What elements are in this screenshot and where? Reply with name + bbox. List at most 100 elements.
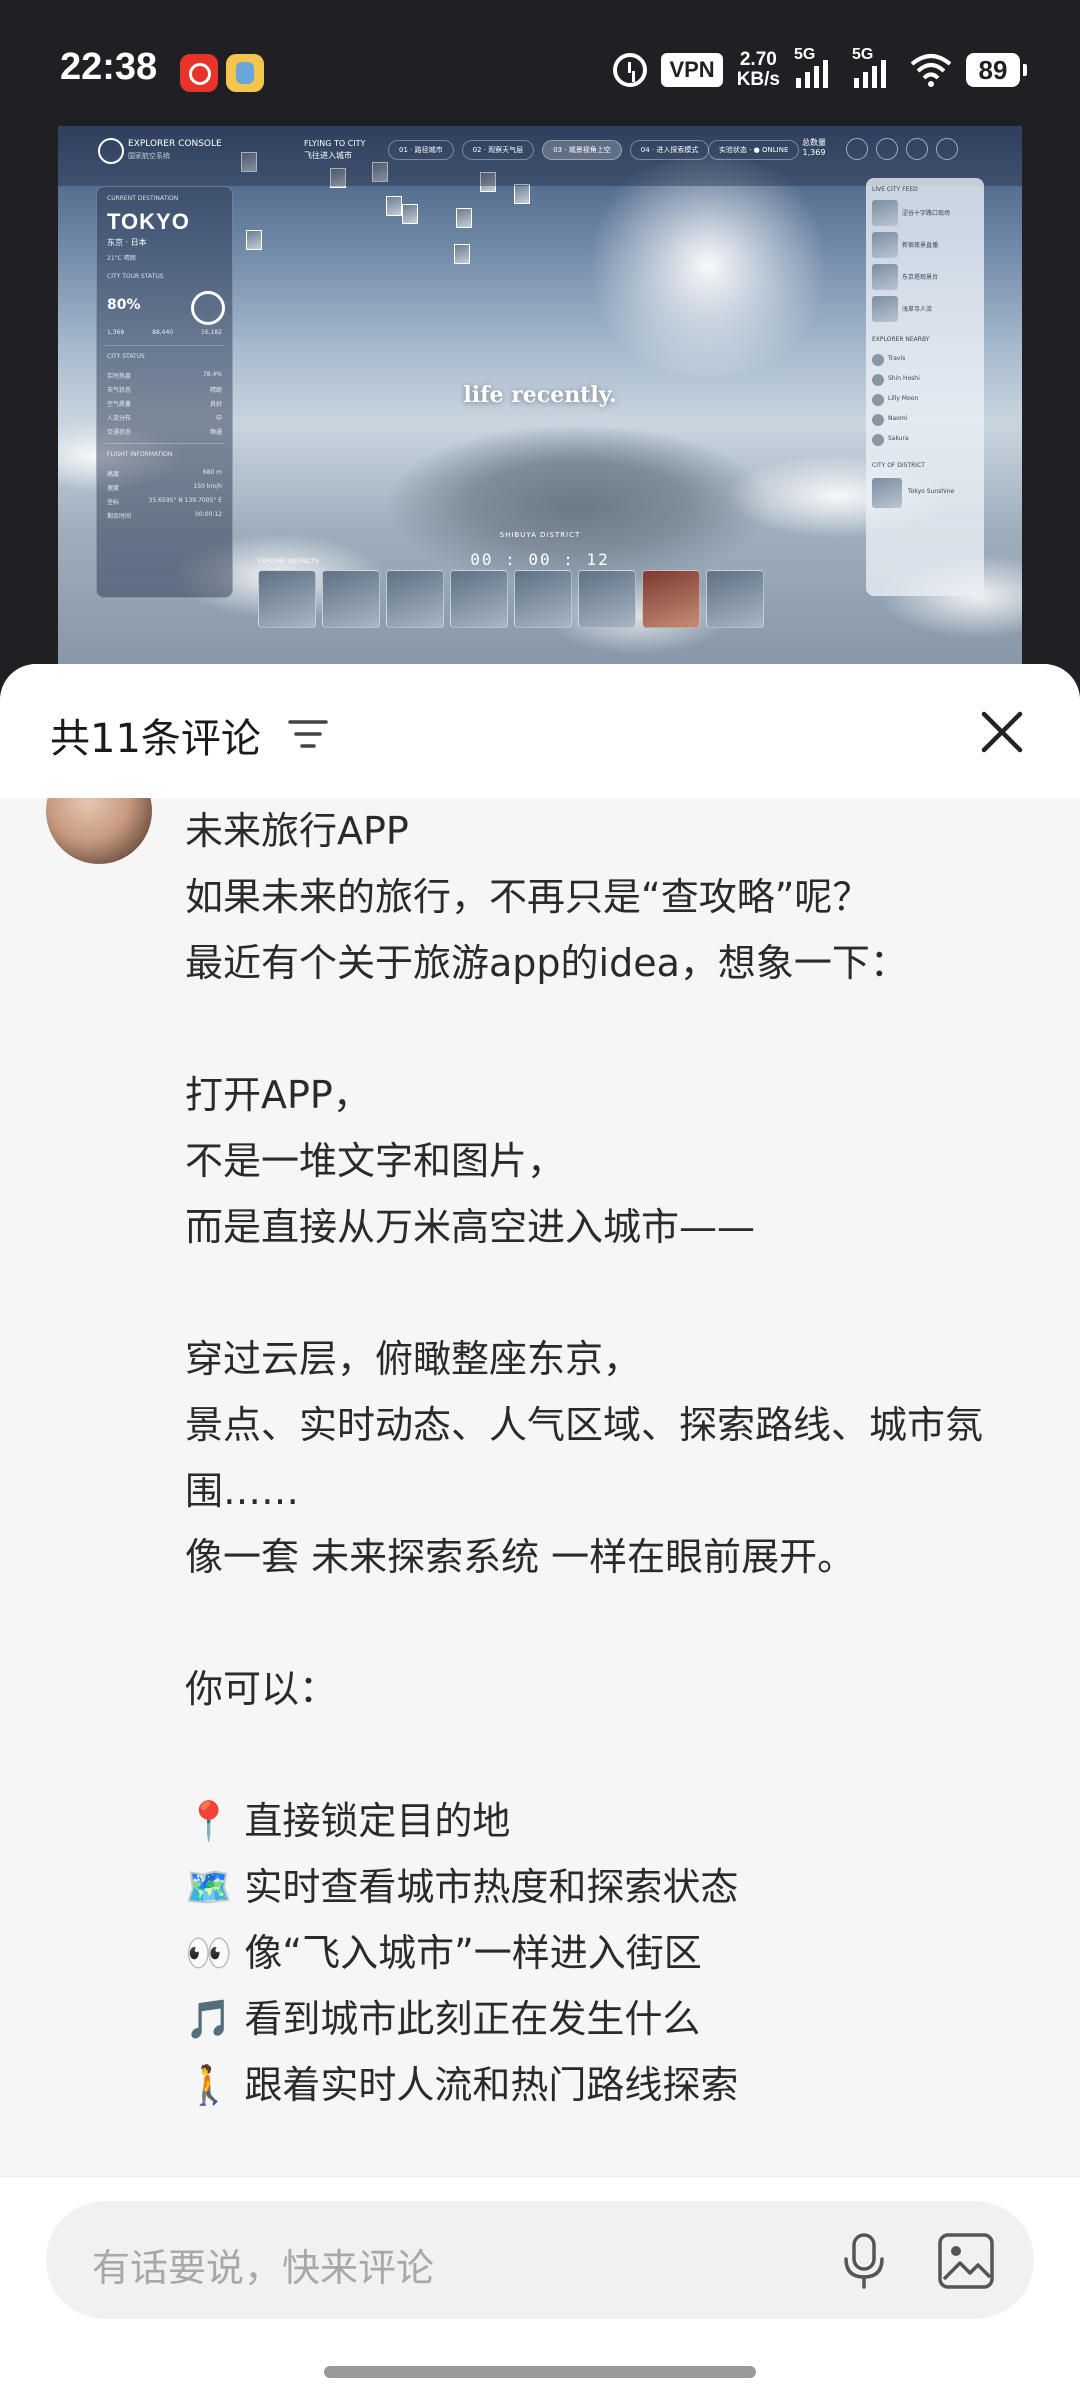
city-name: TOKYO (107, 209, 190, 234)
preview-nav-item: 02 · 观察天气层 (461, 140, 535, 160)
city-subtitle: 东京 · 日本 (107, 238, 147, 247)
signal-1-icon: 5G (794, 46, 838, 90)
location-pin-icon (246, 230, 262, 250)
post-line: 未来旅行APP (185, 809, 409, 853)
preview-flying: FLYING TO CITY 飞往进入城市 (304, 138, 365, 162)
author-avatar[interactable] (46, 798, 152, 864)
post-line: 最近有个关于旅游app的idea，想象一下： (185, 941, 908, 985)
network-speed-value: 2.70 (739, 49, 777, 70)
network-type-2: 5G (852, 46, 874, 63)
preview-toolbar-icons (846, 138, 958, 160)
compass-logo-icon (98, 138, 124, 164)
network-speed: 2.70 KB/s (737, 50, 780, 90)
wifi-icon (910, 52, 952, 88)
close-icon (981, 711, 1023, 753)
battery-indicator: 89 (966, 53, 1027, 87)
progress-ring-icon (191, 291, 225, 325)
status-row: 空气质量 良好 (107, 401, 222, 408)
comment-sheet: 共11条评论 未来旅行APP 如果未来的旅行，不再只是“查攻略”呢？ 最近有个关… (0, 664, 1080, 2400)
post-line: 打开APP， (185, 1073, 371, 1117)
clock: 22:38 (60, 46, 158, 88)
preview-count-value: 1,369 (802, 148, 826, 157)
microphone-icon[interactable] (836, 2231, 892, 2291)
post-line: 🚶 跟着实时人流和热门路线探索 (185, 2063, 739, 2107)
comment-sheet-header: 共11条评论 (0, 664, 1080, 798)
post-line: 📍 直接锁定目的地 (185, 1799, 511, 1843)
post-line: 🎵 看到城市此刻正在发生什么 (185, 1997, 701, 2041)
post-line (185, 1260, 1035, 1326)
location-pin-icon (386, 196, 402, 216)
current-destination-label: CURRENT DESTINATION (107, 195, 179, 202)
status-row: 天气状态 晴朗 (107, 387, 222, 394)
preview-nav: 01 · 路径城市 02 · 观察天气层 03 · 城景视角上空 04 · 进入… (388, 140, 710, 160)
post-line: 穿过云层，俯瞰整座东京， (185, 1337, 642, 1381)
preview-online-status: 实验状态 · ● ONLINE (708, 140, 800, 160)
flight-info-label: FLIGHT INFORMATION (107, 451, 173, 458)
comment-count-title: 共11条评论 (50, 716, 261, 762)
network-speed-unit: KB/s (736, 69, 780, 90)
city-of-district-label: CITY OF DISTRICT (872, 462, 925, 469)
live-feed-label: LIVE CITY FEED (872, 186, 918, 193)
explore-status-label: CITY TOUR STATUS (107, 273, 164, 280)
comment-input-placeholder: 有话要说，快来评论 (92, 2246, 435, 2290)
post-line: 👀 像“飞入城市”一样进入街区 (185, 1931, 702, 1975)
preview-brand-title: EXPLORER CONSOLE (128, 139, 222, 149)
sun-glow (578, 156, 838, 376)
preview-count-label: 总数量 (802, 138, 826, 147)
status-row: 交通状态 畅通 (107, 429, 222, 436)
post-line: 景点、实时动态、人气区域、探索路线、城市氛围…… (185, 1403, 984, 1513)
location-pin-icon (514, 184, 530, 204)
search-icon (846, 138, 868, 160)
preview-flying-sub: 飞往进入城市 (304, 151, 352, 160)
post-line: 如果未来的旅行，不再只是“查攻略”呢？ (185, 875, 871, 919)
menu-icon (936, 138, 958, 160)
district-label: SHIBUYA DISTRICT (499, 531, 581, 539)
preview-count: 总数量 1,369 (802, 138, 826, 158)
explore-percent: 80% (107, 297, 141, 313)
app-notification-icon (226, 54, 264, 92)
netease-music-notification-icon (180, 54, 218, 92)
post-line: 而是直接从万米高空进入城市—— (185, 1205, 756, 1249)
city-status-label: CITY STATUS (107, 353, 145, 360)
sort-filter-icon[interactable] (288, 716, 328, 752)
alarm-icon (613, 53, 648, 87)
flight-row: 速度 150 km/h (107, 483, 222, 492)
preview-district-strip: EXPLORE DISTRICTS (258, 558, 798, 636)
post-body: 未来旅行APP 如果未来的旅行，不再只是“查攻略”呢？ 最近有个关于旅游app的… (185, 798, 1035, 2118)
status-row: 实时热度 78.4% (107, 371, 222, 380)
post-content: 未来旅行APP 如果未来的旅行，不再只是“查攻略”呢？ 最近有个关于旅游app的… (0, 798, 1080, 2198)
post-image-preview[interactable]: life recently. EXPLORER CONSOLE 国家航空系统 F… (58, 126, 1022, 666)
preview-brand: EXPLORER CONSOLE 国家航空系统 (128, 138, 222, 162)
post-line: 不是一堆文字和图片， (185, 1139, 566, 1183)
flight-row: 高度 680 m (107, 469, 222, 478)
vpn-badge: VPN (661, 53, 723, 87)
flight-row: 剩余时间 00:00:12 (107, 511, 222, 520)
preview-brand-sub: 国家航空系统 (128, 152, 170, 160)
close-button[interactable] (978, 708, 1026, 756)
preview-nav-item: 04 · 进入探索模式 (629, 140, 710, 160)
explorers-label: EXPLORER NEARBY (872, 336, 930, 343)
home-indicator[interactable] (324, 2366, 756, 2378)
post-line (185, 1590, 1035, 1656)
flight-timer: 00 : 00 : 12 (470, 550, 610, 569)
preview-top-bar: EXPLORER CONSOLE 国家航空系统 FLYING TO CITY 飞… (58, 126, 1022, 186)
post-line (185, 996, 1035, 1062)
post-line: 🗺️ 实时查看城市热度和探索状态 (185, 1865, 739, 1909)
post-line: 你可以： (185, 1667, 338, 1711)
flight-row: 坐标 35.6595° N 139.7005° E (107, 497, 222, 506)
comment-input[interactable]: 有话要说，快来评论 (46, 2201, 1034, 2319)
location-pin-icon (402, 204, 418, 224)
status-bar: 22:38 VPN 2.70 KB/s 5G 5G 89 (0, 0, 1080, 130)
bell-icon (906, 138, 928, 160)
city-temp: 21°C 晴朗 (107, 255, 136, 262)
network-type-1: 5G (794, 46, 816, 63)
preview-flying-title: FLYING TO CITY (304, 139, 366, 148)
stats-row: 1,368 88,440 16,182 (107, 329, 222, 336)
status-row: 人流分布中 (107, 415, 222, 422)
post-line (185, 1722, 1035, 1788)
signal-2-icon: 5G (852, 46, 896, 90)
share-icon (876, 138, 898, 160)
preview-nav-item: 03 · 城景视角上空 (542, 140, 622, 160)
image-picker-icon[interactable] (936, 2231, 996, 2291)
post-line: 像一套 未来探索系统 一样在眼前展开。 (185, 1535, 856, 1579)
